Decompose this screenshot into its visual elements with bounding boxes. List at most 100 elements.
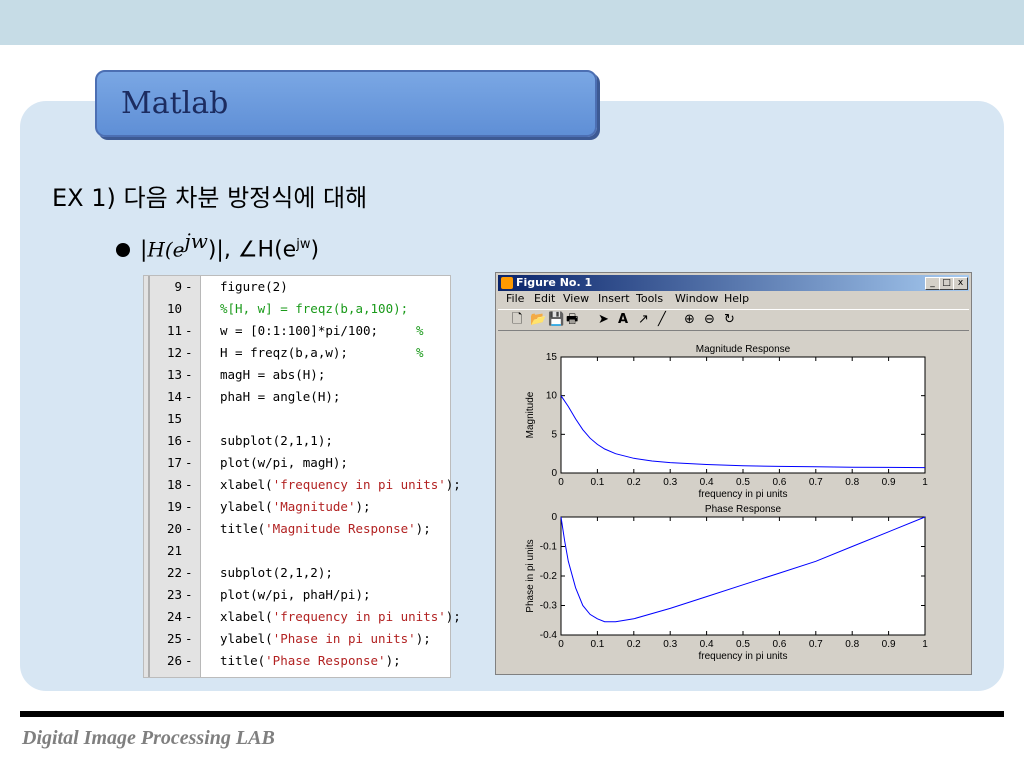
x-tick-label: 0.1: [590, 639, 604, 650]
code-text: plot(w/pi, magH);: [220, 455, 348, 470]
menu-help[interactable]: Help: [724, 291, 749, 307]
code-text: H = freqz(b,a,w);: [220, 345, 348, 360]
y-tick-label: -0.2: [540, 571, 558, 582]
y-tick-label: 15: [546, 352, 558, 363]
breakpoint-marker[interactable]: -: [185, 496, 193, 518]
open-folder-icon[interactable]: 📂: [530, 310, 546, 330]
line-number: 19: [166, 499, 182, 514]
code-line: 13- magH = abs(H);: [144, 364, 450, 386]
line-number: 25: [166, 631, 182, 646]
x-tick-label: 0.7: [809, 477, 823, 488]
plot-axes-box: [560, 516, 926, 636]
menu-edit[interactable]: Edit: [534, 291, 555, 307]
rotate-icon[interactable]: ↻: [724, 310, 735, 330]
x-tick-label: 0.6: [772, 639, 786, 650]
line-number: 21: [166, 543, 182, 558]
code-line: 25- ylabel('Phase in pi units');: [144, 628, 450, 650]
breakpoint-marker[interactable]: -: [185, 320, 193, 342]
menu-file[interactable]: File: [506, 291, 524, 307]
breakpoint-marker[interactable]: -: [185, 364, 193, 386]
footer-rule: [20, 711, 1004, 717]
breakpoint-marker[interactable]: -: [185, 518, 193, 540]
code-line: 22- subplot(2,1,2);: [144, 562, 450, 584]
x-tick-label: 0: [558, 477, 564, 488]
code-line: 12- H = freqz(b,a,w);%: [144, 342, 450, 364]
comment-marker: %: [416, 323, 424, 338]
code-line: 11- w = [0:1:100]*pi/100;%: [144, 320, 450, 342]
breakpoint-marker[interactable]: -: [185, 342, 193, 364]
figure-titlebar: Figure No. 1 _ □ x: [498, 275, 969, 291]
pointer-icon[interactable]: ➤: [598, 310, 609, 330]
x-tick-label: 0.4: [700, 639, 714, 650]
y-tick-label: 5: [551, 429, 557, 440]
close-button[interactable]: x: [953, 277, 968, 290]
zoom-out-icon[interactable]: ⊖: [704, 310, 715, 330]
code-text: subplot(2,1,1);: [220, 433, 333, 448]
code-string: 'Magnitude Response': [265, 521, 416, 536]
slide-title: Matlab: [121, 86, 229, 121]
line-number: 16: [166, 433, 182, 448]
code-line: 9- figure(2): [144, 276, 450, 298]
line-number: 15: [166, 411, 182, 426]
mag-suffix: )|, ∠H(e: [207, 237, 297, 263]
new-file-icon[interactable]: 🗋: [512, 310, 522, 330]
breakpoint-marker[interactable]: -: [185, 562, 193, 584]
menu-insert[interactable]: Insert: [598, 291, 630, 307]
line-number: 12: [166, 345, 182, 360]
y-tick-label: 0: [551, 512, 557, 523]
code-line: 19- ylabel('Magnitude');: [144, 496, 450, 518]
print-icon[interactable]: 🖶: [566, 310, 578, 330]
x-tick-label: 0.4: [700, 477, 714, 488]
code-line: 21: [144, 540, 450, 562]
menu-tools[interactable]: Tools: [636, 291, 663, 307]
code-string: 'Phase Response': [265, 653, 386, 668]
code-text: w = [0:1:100]*pi/100;: [220, 323, 379, 338]
x-tick-label: 0.3: [663, 639, 677, 650]
menu-view[interactable]: View: [563, 291, 589, 307]
breakpoint-marker[interactable]: -: [185, 386, 193, 408]
code-text: subplot(2,1,2);: [220, 565, 333, 580]
breakpoint-marker[interactable]: -: [185, 584, 193, 606]
line-number: 11: [166, 323, 182, 338]
breakpoint-marker[interactable]: -: [185, 474, 193, 496]
breakpoint-marker[interactable]: -: [185, 650, 193, 672]
code-text: title('Magnitude Response');: [220, 521, 431, 536]
x-tick-label: 0.9: [882, 477, 896, 488]
bullet-item: |H(ejw)|, ∠H(ejw): [116, 229, 319, 262]
y-tick-label: -0.4: [540, 630, 558, 641]
text-tool-icon[interactable]: A: [618, 310, 628, 330]
y-tick-label: 0: [551, 468, 557, 479]
code-text: ylabel('Magnitude');: [220, 499, 371, 514]
code-text: ylabel('Phase in pi units');: [220, 631, 431, 646]
minimize-button[interactable]: _: [925, 277, 940, 290]
code-line: 26- title('Phase Response');: [144, 650, 450, 672]
code-line: 24- xlabel('frequency in pi units');: [144, 606, 461, 628]
arrow-tool-icon[interactable]: ↗: [638, 310, 649, 330]
breakpoint-marker[interactable]: -: [185, 628, 193, 650]
breakpoint-marker[interactable]: -: [185, 452, 193, 474]
line-tool-icon[interactable]: ╱: [658, 310, 666, 330]
code-text: xlabel('frequency in pi units');: [220, 609, 461, 624]
x-tick-label: 0.1: [590, 477, 604, 488]
line-number: 26: [166, 653, 182, 668]
maximize-button[interactable]: □: [939, 277, 954, 290]
line-number: 13: [166, 367, 182, 382]
menu-window[interactable]: Window: [675, 291, 718, 307]
phase-close: ): [310, 237, 320, 263]
code-text: plot(w/pi, phaH/pi);: [220, 587, 371, 602]
line-number: 20: [166, 521, 182, 536]
line-number: 17: [166, 455, 182, 470]
matlab-figure-icon: [501, 277, 513, 289]
plot-axes-box: [560, 356, 926, 474]
example-heading: EX 1) 다음 차분 방정식에 대해: [52, 184, 368, 212]
comment-marker: %: [416, 345, 424, 360]
chart-title: Phase Response: [705, 504, 782, 515]
code-line: 10 %[H, w] = freqz(b,a,100);: [144, 298, 450, 320]
breakpoint-marker[interactable]: -: [185, 276, 193, 298]
save-icon[interactable]: 💾: [548, 310, 564, 330]
code-editor: 9- figure(2) 10 %[H, w] = freqz(b,a,100); 11…: [143, 275, 461, 678]
breakpoint-marker[interactable]: -: [185, 430, 193, 452]
breakpoint-marker[interactable]: -: [185, 606, 193, 628]
zoom-in-icon[interactable]: ⊕: [684, 310, 695, 330]
code-text: %[H, w] = freqz(b,a,100);: [220, 301, 409, 316]
